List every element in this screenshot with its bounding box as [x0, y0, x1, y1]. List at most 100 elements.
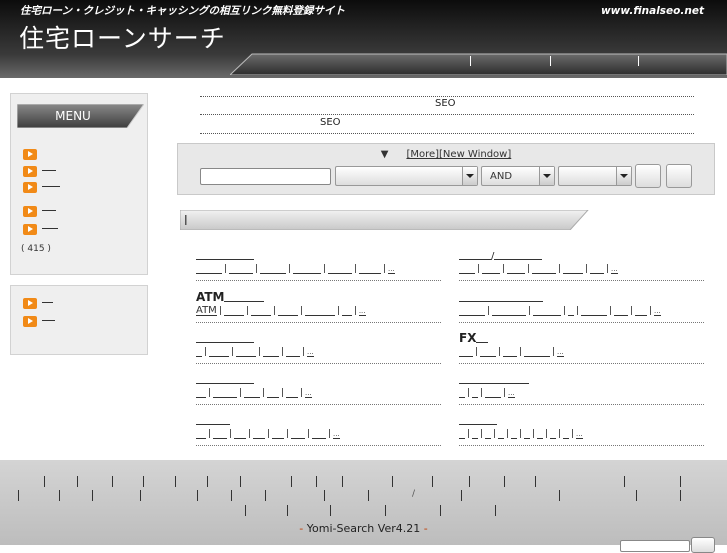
- subcategory-link[interactable]: [550, 428, 556, 439]
- footer-link[interactable]: [342, 476, 343, 487]
- subcategory-link[interactable]: [253, 428, 265, 439]
- subcategory-link[interactable]: [244, 387, 260, 398]
- menu-link[interactable]: [42, 186, 60, 187]
- footer-link[interactable]: [18, 490, 19, 501]
- subcategory-link[interactable]: [196, 387, 206, 398]
- footer-link[interactable]: [316, 476, 317, 487]
- subcategory-link[interactable]: [511, 428, 517, 439]
- category-title[interactable]: ATM: [196, 290, 265, 304]
- subcategory-link[interactable]: [590, 263, 604, 274]
- footer-link[interactable]: [287, 505, 288, 516]
- subcategory-link[interactable]: [277, 305, 298, 316]
- footer-link[interactable]: [207, 476, 208, 487]
- footer-link[interactable]: [559, 490, 560, 501]
- footer-link[interactable]: [231, 490, 232, 501]
- footer-input[interactable]: [620, 540, 690, 552]
- category-title[interactable]: [196, 372, 254, 384]
- footer-button[interactable]: [691, 537, 715, 553]
- subcategory-link[interactable]: [328, 263, 352, 274]
- more-subcategories-link[interactable]: ...: [508, 387, 515, 398]
- subcategory-link[interactable]: [459, 263, 475, 274]
- category-title[interactable]: [196, 248, 254, 260]
- subcategory-link[interactable]: [286, 387, 298, 398]
- more-subcategories-link[interactable]: ...: [333, 428, 340, 439]
- subcategory-link[interactable]: [532, 263, 556, 274]
- subcategory-link[interactable]: [213, 387, 237, 398]
- more-subcategories-link[interactable]: ...: [307, 346, 314, 357]
- subcategory-link[interactable]: [312, 428, 326, 439]
- footer-link[interactable]: [392, 476, 393, 487]
- footer-link[interactable]: [140, 490, 141, 501]
- more-subcategories-link[interactable]: ...: [358, 305, 366, 316]
- subcategory-link[interactable]: [263, 346, 279, 357]
- footer-link[interactable]: [385, 505, 386, 516]
- subcategory-link[interactable]: [223, 305, 244, 316]
- more-subcategories-link[interactable]: ...: [305, 387, 312, 398]
- subcategory-link[interactable]: [480, 346, 496, 357]
- subcategory-link[interactable]: [459, 428, 465, 439]
- footer-link[interactable]: [240, 476, 241, 487]
- footer-link[interactable]: [77, 476, 78, 487]
- category-title[interactable]: [196, 331, 254, 343]
- more-subcategories-link[interactable]: ...: [654, 305, 661, 316]
- footer-link[interactable]: [59, 490, 60, 501]
- subcategory-link[interactable]: [459, 305, 485, 316]
- category-title[interactable]: /: [459, 248, 543, 262]
- subcategory-link[interactable]: [459, 387, 465, 398]
- nav-item-2[interactable]: [550, 56, 551, 66]
- more-subcategories-link[interactable]: ...: [388, 263, 395, 274]
- subcategory-link[interactable]: [485, 387, 501, 398]
- category-title-text[interactable]: FX: [459, 331, 476, 345]
- footer-link[interactable]: [624, 476, 625, 487]
- subcategory-link[interactable]: [533, 305, 561, 316]
- subcategory-link[interactable]: [196, 428, 206, 439]
- footer-link[interactable]: [245, 505, 246, 516]
- yomi-search-link[interactable]: Yomi-Search Ver4.21: [307, 522, 420, 535]
- search-input[interactable]: [200, 168, 331, 185]
- footer-link[interactable]: [92, 490, 93, 501]
- subcategory-link[interactable]: [260, 263, 286, 274]
- subcategory-link[interactable]: [485, 428, 491, 439]
- side-link[interactable]: [42, 320, 55, 321]
- subcategory-link[interactable]: [472, 428, 478, 439]
- footer-link[interactable]: [636, 490, 637, 501]
- subcategory-link[interactable]: [503, 346, 517, 357]
- search-reset-button[interactable]: [666, 164, 692, 188]
- subcategory-link[interactable]: [229, 263, 253, 274]
- subcategory-link[interactable]: [581, 305, 607, 316]
- subcategory-link[interactable]: [563, 428, 569, 439]
- subcategory-link[interactable]: [482, 263, 500, 274]
- footer-link[interactable]: [324, 490, 325, 501]
- search-category-select[interactable]: [335, 166, 478, 186]
- subcategory-link[interactable]: [234, 428, 246, 439]
- subcategory-link[interactable]: [291, 428, 305, 439]
- footer-link[interactable]: [461, 490, 462, 501]
- site-title[interactable]: 住宅ローンサーチ: [19, 19, 226, 55]
- subcategory-link[interactable]: [563, 263, 583, 274]
- side-link[interactable]: [42, 302, 53, 303]
- subcategory-link[interactable]: [286, 346, 300, 357]
- menu-link[interactable]: [42, 210, 56, 211]
- footer-link[interactable]: [265, 490, 266, 501]
- subcategory-link[interactable]: [614, 305, 628, 316]
- footer-link[interactable]: [44, 476, 45, 487]
- category-title-text[interactable]: ATM: [196, 290, 224, 304]
- subcategory-link[interactable]: [507, 263, 525, 274]
- footer-link[interactable]: [197, 490, 198, 501]
- subcategory-link[interactable]: [524, 346, 550, 357]
- category-title[interactable]: [196, 413, 230, 425]
- more-subcategories-link[interactable]: ...: [576, 428, 583, 439]
- category-title[interactable]: [459, 290, 543, 302]
- more-link[interactable]: [More]: [406, 149, 439, 160]
- subcategory-link[interactable]: [293, 263, 321, 274]
- subcategory-link[interactable]: [472, 387, 478, 398]
- subcategory-link[interactable]: [213, 428, 227, 439]
- site-url[interactable]: www.finalseo.net: [601, 5, 704, 17]
- footer-link[interactable]: [504, 476, 505, 487]
- footer-link[interactable]: [680, 476, 681, 487]
- nav-item-3[interactable]: [638, 56, 639, 66]
- footer-link[interactable]: [330, 505, 331, 516]
- footer-link[interactable]: [112, 476, 113, 487]
- footer-link[interactable]: [469, 476, 470, 487]
- footer-link[interactable]: [143, 476, 144, 487]
